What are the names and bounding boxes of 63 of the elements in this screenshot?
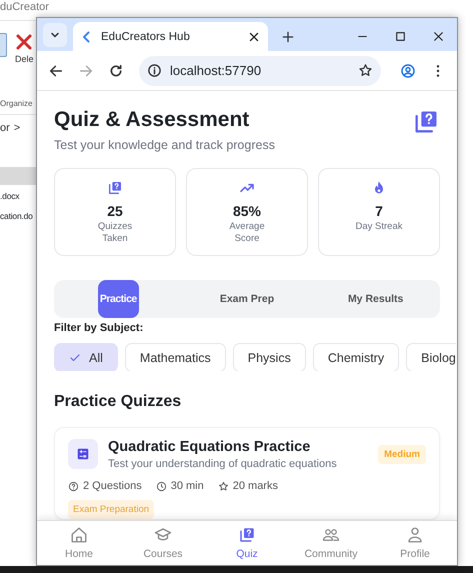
calculator-glyph-icon (76, 447, 90, 461)
stat-label: Day Streak (356, 221, 402, 233)
segment-tab[interactable]: Exam Prep (220, 280, 274, 318)
address-bar[interactable]: localhost:57790 (139, 56, 381, 86)
segment-tab[interactable]: Practice (98, 280, 139, 318)
url-text: localhost:57790 (170, 63, 262, 78)
nav-item[interactable]: Quiz (207, 521, 287, 565)
duration: 30 min (170, 480, 204, 492)
ribbon-button-label[interactable]: Dele (15, 54, 34, 64)
stat-value: 25 (107, 203, 123, 219)
stat-value: 85% (232, 203, 262, 219)
ribbon-group-label: Organize (0, 99, 34, 108)
quiz-card[interactable]: Quadratic Equations Practice Test your understanding of quadratic equations Medium 2 Questions 30 min 20 marks Exam Preparation (54, 427, 440, 520)
difficulty-badge: Medium (378, 445, 426, 464)
marks: 20 marks (232, 480, 278, 492)
help-icon (68, 480, 79, 492)
breadcrumb[interactable]: or (0, 122, 10, 134)
star-icon[interactable] (358, 63, 373, 78)
browser-tab[interactable]: EduCreators Hub (73, 22, 268, 51)
question-count: 2 Questions (83, 480, 142, 492)
segment-tab[interactable]: My Results (348, 280, 404, 318)
category-tag: Exam Preparation (68, 500, 154, 519)
home-icon (70, 526, 88, 544)
delete-icon[interactable] (15, 33, 34, 51)
nav-item[interactable]: Profile (375, 521, 455, 565)
tab-title: EduCreators Hub (101, 30, 191, 42)
file-name[interactable]: cation.do (0, 211, 33, 221)
filter-chip[interactable]: Chemistry (312, 343, 400, 371)
quiz-description: Test your understanding of quadratic equations (108, 458, 338, 470)
stat-label: Quizzes Taken (96, 221, 134, 245)
quiz-icon (238, 526, 256, 544)
file-name[interactable]: .docx (0, 191, 20, 201)
filter-chip[interactable]: Mathematics (124, 343, 226, 371)
close-icon[interactable] (432, 30, 444, 43)
clock-icon (156, 480, 167, 492)
person-icon (406, 526, 424, 544)
check-icon (69, 352, 81, 364)
quiz-title: Quadratic Equations Practice (108, 439, 312, 455)
stat-label: Average Score (228, 221, 266, 245)
tab-search-button[interactable] (43, 23, 67, 47)
nav-item[interactable]: Home (39, 521, 119, 565)
filter-chip[interactable]: Physics (232, 343, 306, 371)
filter-label: Filter by Subject: (54, 322, 144, 334)
people-icon (321, 526, 341, 544)
window-title: duCreator (0, 0, 50, 15)
stat-value: 7 (375, 203, 383, 219)
info-icon (147, 63, 162, 78)
breadcrumb-arrow[interactable]: > (14, 122, 20, 134)
filter-chip[interactable]: All (54, 343, 118, 371)
plus-icon[interactable] (281, 30, 295, 44)
profile-icon[interactable] (400, 62, 416, 78)
back-icon[interactable] (48, 62, 64, 78)
page-title: Quiz & Assessment (54, 108, 250, 132)
close-icon[interactable] (248, 30, 260, 42)
maximize-icon[interactable] (394, 30, 406, 43)
page-subtitle: Test your knowledge and track progress (54, 138, 275, 152)
nav-item[interactable]: Community (291, 521, 371, 565)
star-icon (218, 480, 229, 492)
section-title: Practice Quizzes (54, 393, 182, 411)
quiz-icon (107, 180, 123, 196)
reload-icon[interactable] (108, 62, 124, 78)
nav-item[interactable]: Courses (123, 521, 203, 565)
filter-chip[interactable]: Biolog (406, 343, 456, 371)
